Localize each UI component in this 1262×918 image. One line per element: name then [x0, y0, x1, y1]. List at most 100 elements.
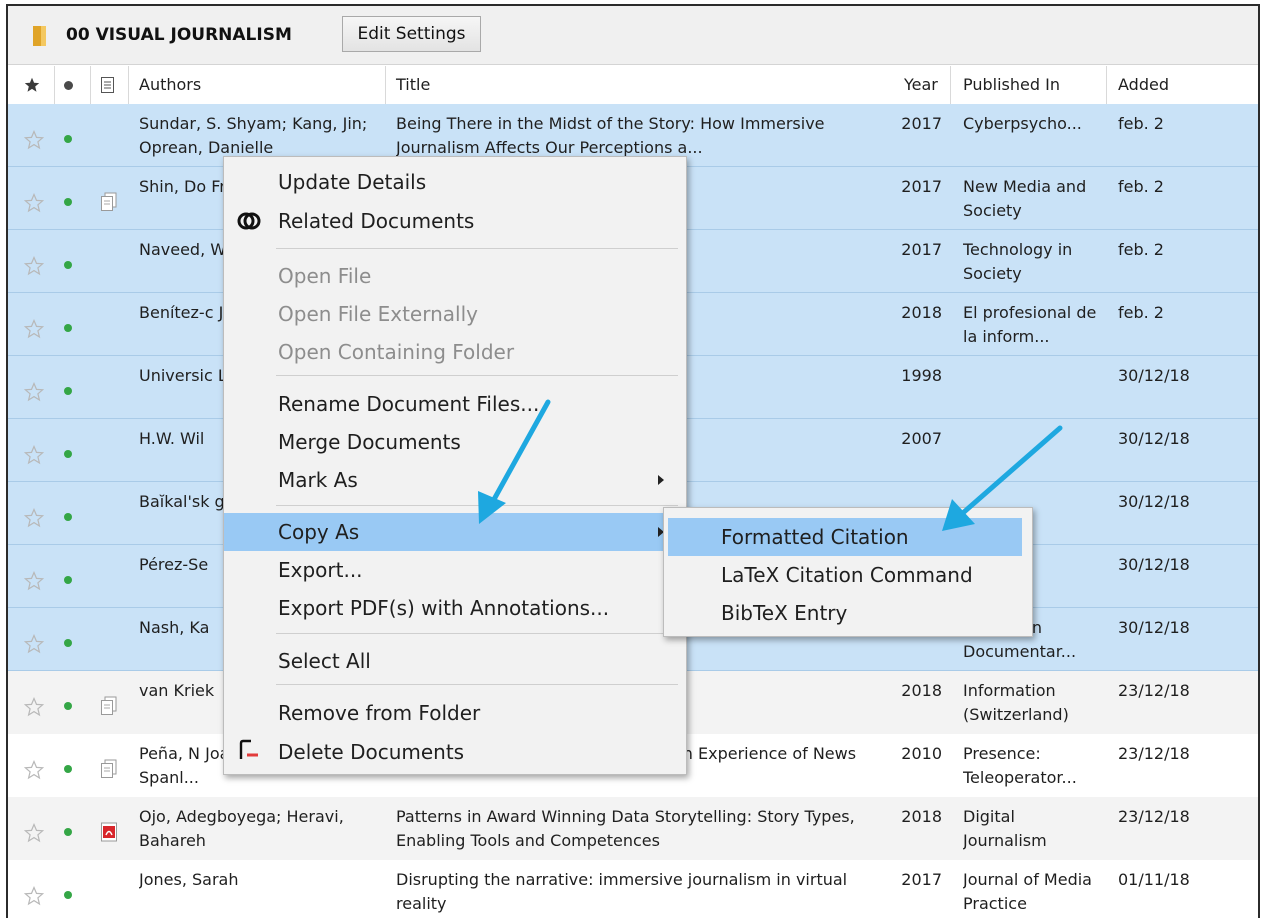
favorite-star-icon[interactable]	[24, 382, 44, 402]
favorite-star-icon[interactable]	[24, 634, 44, 654]
unread-status-dot-icon[interactable]	[64, 135, 72, 143]
menu-item-delete-documents[interactable]: Delete Documents	[224, 733, 686, 771]
published-in-cell: Cyberpsycho...	[963, 114, 1082, 133]
context-menu: Update Details Related Documents Open Fi…	[223, 156, 687, 775]
author-cell: Sundar, S. Shyam; Kang, Jin; Oprean, Dan…	[139, 114, 368, 157]
favorite-column-star-icon[interactable]	[24, 77, 40, 93]
menu-item-merge-documents[interactable]: Merge Documents	[224, 423, 686, 461]
favorite-star-icon[interactable]	[24, 256, 44, 276]
submenu-item-latex-citation-command[interactable]: LaTeX Citation Command	[664, 556, 1032, 594]
menu-item-remove-from-folder[interactable]: Remove from Folder	[224, 694, 686, 732]
column-header-published-in[interactable]: Published In	[963, 66, 1060, 104]
published-in-cell: Journal of Media Practice	[963, 870, 1092, 913]
menu-item-update-details[interactable]: Update Details	[224, 163, 686, 201]
favorite-star-icon[interactable]	[24, 886, 44, 906]
edit-settings-button[interactable]: Edit Settings	[342, 16, 481, 52]
favorite-star-icon[interactable]	[24, 571, 44, 591]
unread-status-dot-icon[interactable]	[64, 702, 72, 710]
year-cell: 2017	[901, 240, 942, 259]
added-cell: 30/12/18	[1118, 429, 1190, 448]
attached-document-icon[interactable]	[100, 192, 118, 212]
added-cell: feb. 2	[1118, 240, 1164, 259]
unread-status-dot-icon[interactable]	[64, 450, 72, 458]
year-cell: 1998	[901, 366, 942, 385]
table-header: Authors Title Year Published In Added	[8, 66, 1258, 105]
unread-status-dot-icon[interactable]	[64, 639, 72, 647]
added-cell: 30/12/18	[1118, 492, 1190, 511]
pdf-file-icon[interactable]	[100, 822, 118, 842]
year-cell: 2017	[901, 177, 942, 196]
author-cell: Jones, Sarah	[139, 870, 239, 889]
folder-title: 00 VISUAL JOURNALISM	[66, 25, 292, 45]
column-header-authors[interactable]: Authors	[139, 66, 201, 104]
menu-item-open-file-externally: Open File Externally	[278, 302, 478, 326]
published-in-cell: El profesional de la inform...	[963, 303, 1097, 346]
attached-document-icon[interactable]	[100, 759, 118, 779]
favorite-star-icon[interactable]	[24, 445, 44, 465]
year-cell: 2007	[901, 429, 942, 448]
unread-status-dot-icon[interactable]	[64, 198, 72, 206]
added-cell: 23/12/18	[1118, 744, 1190, 763]
year-cell: 2018	[901, 681, 942, 700]
added-cell: 23/12/18	[1118, 681, 1190, 700]
delete-document-icon	[239, 739, 258, 759]
read-status-column-dot-icon[interactable]	[64, 81, 73, 90]
related-documents-icon	[237, 212, 261, 230]
added-cell: 30/12/18	[1118, 366, 1190, 385]
author-cell: Ojo, Adegboyega; Heravi, Bahareh	[139, 807, 344, 850]
submenu-item-bibtex-entry[interactable]: BibTeX Entry	[664, 594, 1032, 632]
unread-status-dot-icon[interactable]	[64, 828, 72, 836]
table-row[interactable]: Jones, Sarah Disrupting the narrative: im…	[8, 860, 1258, 918]
document-column-icon[interactable]	[101, 77, 114, 93]
mendeley-library-window: 00 VISUAL JOURNALISM Edit Settings Autho…	[6, 4, 1260, 918]
unread-status-dot-icon[interactable]	[64, 891, 72, 899]
added-cell: 01/11/18	[1118, 870, 1190, 889]
menu-item-export[interactable]: Export...	[224, 551, 686, 589]
unread-status-dot-icon[interactable]	[64, 513, 72, 521]
favorite-star-icon[interactable]	[24, 193, 44, 213]
column-header-added[interactable]: Added	[1118, 66, 1169, 104]
published-in-cell: Technology in Society	[963, 240, 1073, 283]
favorite-star-icon[interactable]	[24, 508, 44, 528]
menu-item-export-pdf-with-annotations[interactable]: Export PDF(s) with Annotations...	[224, 589, 686, 627]
favorite-star-icon[interactable]	[24, 760, 44, 780]
published-in-cell: Presence: Teleoperator...	[963, 744, 1077, 787]
added-cell: 30/12/18	[1118, 618, 1190, 637]
title-cell: Patterns in Award Winning Data Storytell…	[396, 807, 855, 850]
unread-status-dot-icon[interactable]	[64, 261, 72, 269]
published-in-cell: Digital Journalism	[963, 807, 1047, 850]
unread-status-dot-icon[interactable]	[64, 765, 72, 773]
copy-as-submenu: Formatted Citation LaTeX Citation Comman…	[663, 507, 1033, 637]
folder-icon	[33, 26, 46, 46]
year-cell: 2018	[901, 303, 942, 322]
added-cell: feb. 2	[1118, 177, 1164, 196]
unread-status-dot-icon[interactable]	[64, 387, 72, 395]
favorite-star-icon[interactable]	[24, 319, 44, 339]
menu-item-select-all[interactable]: Select All	[224, 642, 686, 680]
folder-toolbar: 00 VISUAL JOURNALISM Edit Settings	[8, 6, 1258, 65]
submenu-item-formatted-citation[interactable]: Formatted Citation	[668, 518, 1022, 556]
menu-item-related-documents[interactable]: Related Documents	[224, 202, 686, 240]
year-cell: 2018	[901, 807, 942, 826]
menu-item-mark-as[interactable]: Mark As	[224, 461, 686, 499]
menu-item-rename-document-files[interactable]: Rename Document Files...	[224, 385, 686, 423]
year-cell: 2017	[901, 870, 942, 889]
year-cell: 2010	[901, 744, 942, 763]
column-header-year[interactable]: Year	[904, 66, 938, 104]
column-header-title[interactable]: Title	[396, 66, 430, 104]
favorite-star-icon[interactable]	[24, 130, 44, 150]
added-cell: feb. 2	[1118, 303, 1164, 322]
year-cell: 2017	[901, 114, 942, 133]
table-row[interactable]: Ojo, Adegboyega; Heravi, Bahareh Patterns…	[8, 797, 1258, 860]
attached-document-icon[interactable]	[100, 696, 118, 716]
favorite-star-icon[interactable]	[24, 697, 44, 717]
unread-status-dot-icon[interactable]	[64, 576, 72, 584]
menu-item-open-containing-folder: Open Containing Folder	[278, 340, 515, 364]
menu-item-open-file: Open File	[278, 264, 372, 288]
added-cell: feb. 2	[1118, 114, 1164, 133]
title-cell: Disrupting the narrative: immersive jour…	[396, 870, 848, 913]
menu-item-copy-as[interactable]: Copy As	[224, 513, 686, 551]
unread-status-dot-icon[interactable]	[64, 324, 72, 332]
added-cell: 30/12/18	[1118, 555, 1190, 574]
favorite-star-icon[interactable]	[24, 823, 44, 843]
